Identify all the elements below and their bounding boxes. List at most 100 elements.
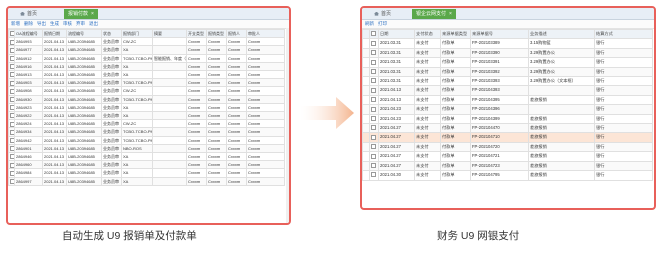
table-row[interactable]: 2021.04.13 未支付 付款单 FP-202104395 差旅报销 银行 — [362, 94, 653, 106]
column-header[interactable]: 业务描述 — [528, 28, 595, 40]
column-header[interactable]: 报销人 — [226, 28, 247, 39]
row-checkbox-cell[interactable] — [8, 176, 15, 186]
toolbar-button[interactable]: 新增 — [11, 21, 20, 26]
table-row[interactable]: 2864908 2021.04.13 U8B-20394685 业务员审 CW-ZC Cx… — [8, 86, 285, 96]
checkbox[interactable] — [10, 129, 14, 135]
checkbox[interactable] — [10, 56, 14, 62]
tab-bank-payment[interactable]: 银企云网支付 × — [412, 9, 456, 19]
table-row[interactable]: 2864997 2021.04.13 U8B-20394685 业务员审 XA Cxxxm… — [8, 176, 285, 186]
column-header[interactable]: 报销类型 — [206, 28, 227, 39]
checkbox[interactable] — [10, 162, 14, 168]
table-row[interactable]: 2864984 2021.04.13 U8B-20394685 业务员审 XA Cxxxm… — [8, 168, 285, 178]
row-checkbox-cell[interactable] — [8, 152, 15, 162]
row-checkbox-cell[interactable] — [369, 141, 379, 153]
toolbar-button[interactable]: 打印 — [378, 21, 387, 26]
checkbox[interactable] — [371, 125, 376, 131]
column-header[interactable]: 报销日期 — [42, 28, 67, 39]
checkbox[interactable] — [371, 172, 376, 178]
checkbox[interactable] — [371, 69, 376, 75]
table-row[interactable]: 2021.04.27 未支付 付款单 FP-202104723 差旅报销 银行 — [362, 160, 653, 172]
checkbox[interactable] — [10, 72, 14, 78]
row-checkbox-cell[interactable] — [8, 111, 15, 121]
table-row[interactable]: 2864942 2021.04.13 U8B-20394685 业务员审 TCBO-TC… — [8, 135, 285, 145]
table-row[interactable]: 2021.04.23 未支付 付款单 FP-202104396 银行 — [362, 104, 653, 115]
checkbox[interactable] — [371, 106, 376, 112]
table-row[interactable]: 2864934 2021.04.13 U8B-20394685 业务员审 TCBO-TC… — [8, 127, 285, 137]
row-checkbox-cell[interactable] — [369, 38, 379, 49]
column-header[interactable]: 开支类型 — [186, 28, 207, 39]
toolbar-button[interactable]: 刷新 — [365, 21, 374, 26]
checkbox[interactable] — [10, 64, 14, 70]
tab-home[interactable]: 首页 — [370, 9, 395, 19]
row-checkbox-cell[interactable] — [8, 119, 15, 129]
table-row[interactable]: 2021.03.31 未支付 付款单 FP-202103390 3.29购置办公 银行 — [362, 47, 653, 59]
toolbar-button[interactable]: 删除 — [24, 21, 33, 26]
checkbox[interactable] — [371, 116, 376, 122]
row-checkbox-cell[interactable] — [8, 78, 15, 88]
toolbar-button[interactable]: 导出 — [37, 21, 46, 26]
checkbox[interactable] — [371, 153, 376, 159]
select-all-checkbox-cell[interactable] — [369, 28, 379, 40]
toolbar-button[interactable]: 生成 — [50, 21, 59, 26]
row-checkbox-cell[interactable] — [8, 94, 15, 104]
row-checkbox-cell[interactable] — [8, 53, 15, 63]
row-checkbox-cell[interactable] — [8, 102, 15, 113]
table-row[interactable]: 2864930 2021.04.13 U8B-20394685 业务员审 TCBO-TC… — [8, 94, 285, 104]
close-icon[interactable]: × — [449, 11, 452, 17]
row-checkbox-cell[interactable] — [8, 127, 15, 137]
checkbox[interactable] — [10, 31, 14, 37]
table-row[interactable]: 2864923 2021.04.13 U8B-20394685 业务员审 XA Cxxxm… — [8, 102, 285, 113]
row-checkbox-cell[interactable] — [8, 86, 15, 96]
table-row[interactable]: 2021.04.23 未支付 付款单 FP-202104399 差旅报销 银行 — [362, 113, 653, 125]
table-row[interactable]: 2021.03.31 未支付 付款单 FP-202103389 3.15购物篮 银行 — [362, 38, 653, 49]
toolbar-button[interactable]: 弃审 — [76, 21, 85, 26]
checkbox[interactable] — [10, 179, 14, 185]
row-checkbox-cell[interactable] — [369, 66, 379, 78]
row-checkbox-cell[interactable] — [369, 47, 379, 59]
column-header[interactable]: 来源单据类型 — [440, 28, 471, 40]
column-header[interactable]: 支付状态 — [414, 28, 441, 40]
checkbox[interactable] — [371, 144, 376, 150]
table-row[interactable]: 2864960 2021.04.13 U8B-20394685 业务员审 XA Cxxxm… — [8, 160, 285, 170]
column-header[interactable]: 报销部门 — [121, 28, 153, 39]
checkbox[interactable] — [371, 134, 376, 140]
row-checkbox-cell[interactable] — [369, 57, 379, 68]
table-row[interactable]: 2021.04.27 未支付 付款单 FP-202104710 差旅报销 银行 — [362, 132, 653, 143]
checkbox[interactable] — [10, 47, 14, 53]
row-checkbox-cell[interactable] — [369, 160, 379, 172]
checkbox[interactable] — [371, 163, 376, 169]
row-checkbox-cell[interactable] — [8, 143, 15, 154]
checkbox[interactable] — [371, 78, 376, 84]
checkbox[interactable] — [371, 97, 376, 103]
table-row[interactable]: 2021.04.27 未支付 付款单 FP-202104721 差旅报销 银行 — [362, 151, 653, 162]
column-header[interactable]: OA流程编号 — [14, 28, 43, 39]
checkbox[interactable] — [371, 50, 376, 56]
table-row[interactable]: 2864993 2021.04.13 U8B-20394685 业务员审 CW-ZC Cx… — [8, 37, 285, 47]
checkbox[interactable] — [10, 121, 14, 127]
checkbox[interactable] — [10, 113, 14, 119]
table-row[interactable]: 2021.03.31 未支付 付款单 FP-202103392 3.29购置办公 银行 — [362, 66, 653, 78]
table-row[interactable]: 2864901 2021.04.13 U8B-20394685 业务员审 NBO-ROS… — [8, 143, 285, 154]
checkbox[interactable] — [10, 39, 14, 45]
checkbox[interactable] — [10, 80, 14, 86]
tab-expense-payment[interactable]: 报销付款 × — [64, 9, 98, 19]
checkbox[interactable] — [10, 146, 14, 152]
row-checkbox-cell[interactable] — [8, 61, 15, 72]
checkbox[interactable] — [371, 87, 376, 93]
tab-home[interactable]: 首页 — [16, 9, 41, 19]
column-header[interactable]: 审批人 — [246, 28, 285, 39]
row-checkbox-cell[interactable] — [369, 104, 379, 115]
table-row[interactable]: 2021.04.27 未支付 付款单 FP-202104720 差旅报销 银行 — [362, 141, 653, 153]
table-row[interactable]: 2864903 2021.04.13 U8B-20394685 业务员审 TCBO-TC… — [8, 78, 285, 88]
row-checkbox-cell[interactable] — [369, 76, 379, 87]
toolbar-button[interactable]: 退出 — [89, 21, 98, 26]
checkbox[interactable] — [371, 59, 376, 65]
table-row[interactable]: 2864912 2021.04.13 U8B-20394685 业务员审 TCBO-TC… — [8, 53, 285, 63]
table-row[interactable]: 2864946 2021.04.13 U8B-20394685 业务员审 XA Cxxxm… — [8, 152, 285, 162]
row-checkbox-cell[interactable] — [8, 168, 15, 178]
close-icon[interactable]: × — [91, 11, 94, 17]
column-header[interactable]: 日期 — [378, 28, 415, 40]
checkbox[interactable] — [10, 154, 14, 160]
table-row[interactable]: 2021.04.13 未支付 付款单 FP-202104393 银行 — [362, 85, 653, 96]
table-row[interactable]: 2864977 2021.04.13 U8B-20394685 业务员审 XA Cxxxm… — [8, 45, 285, 55]
